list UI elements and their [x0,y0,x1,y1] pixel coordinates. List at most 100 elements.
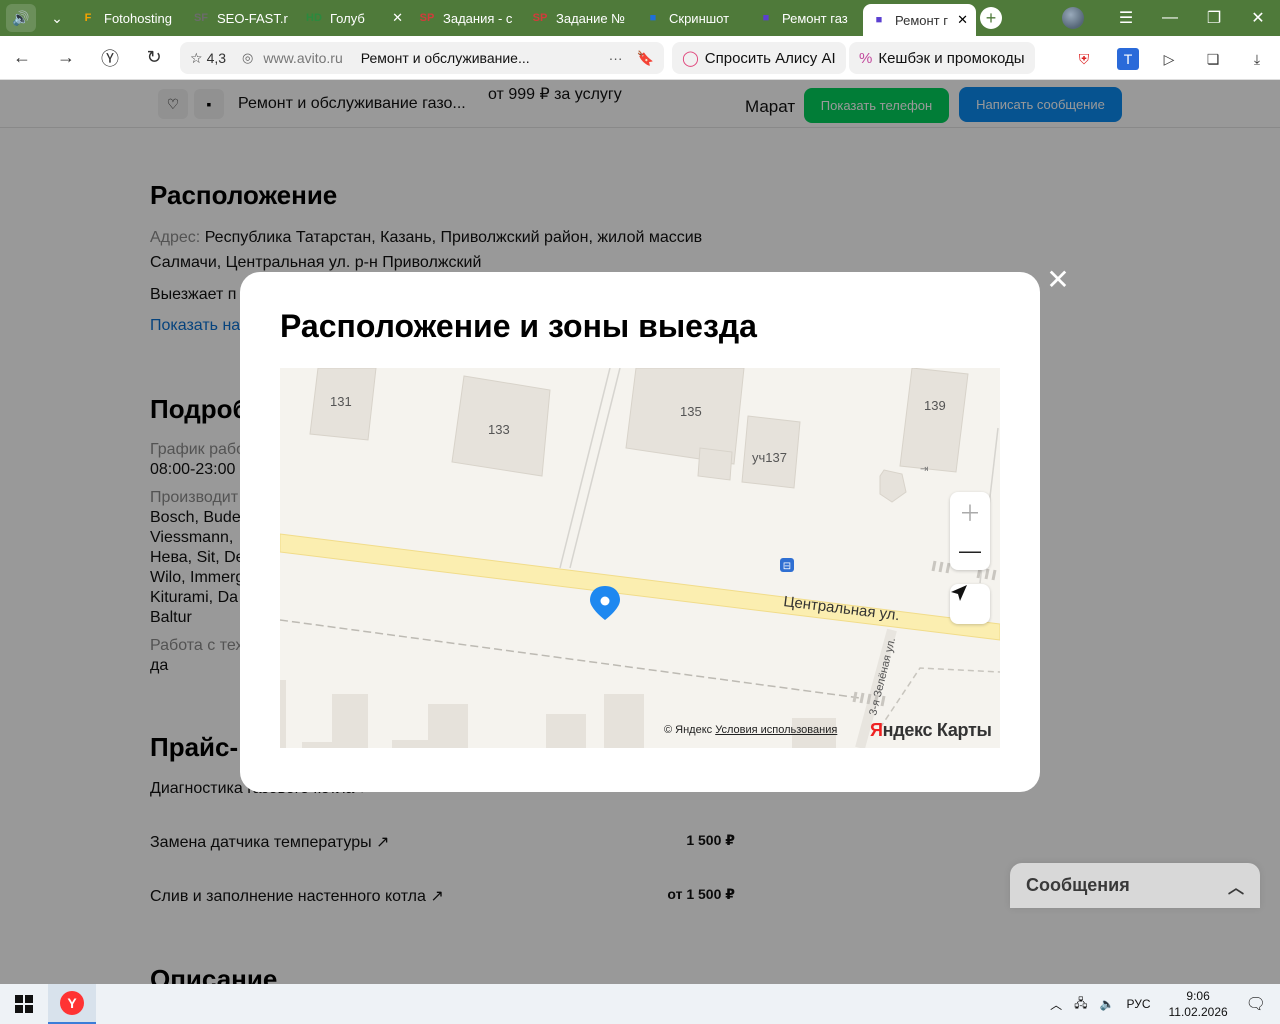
close-tab-icon[interactable]: ✕ [388,10,403,26]
location-pin-icon[interactable] [590,586,620,620]
close-tab-icon[interactable]: ✕ [953,12,968,28]
building-label: 131 [330,394,352,409]
geolocation-button[interactable] [950,584,990,624]
profile-avatar[interactable] [1062,7,1084,29]
zoom-controls: ＋ — [950,492,990,570]
yandex-icon[interactable]: Ⓨ [88,45,132,71]
reload-icon[interactable]: ↻ [132,47,176,68]
download-icon[interactable]: ⤓ [1246,48,1268,70]
modal-title: Расположение и зоны выезда [280,308,757,344]
tab-title: Fotohosting [104,10,172,26]
close-window-icon[interactable]: ✕ [1236,8,1280,28]
yandex-browser-taskbar-icon[interactable]: Y [48,984,96,1024]
clock-time: 9:06 [1186,989,1210,1003]
tabs-menu-chevron-icon[interactable]: ⌄ [42,4,72,32]
building-label: 135 [680,404,702,419]
tab-list: F Fotohosting SF SEO-FAST.r HD Голуб ✕ SP Задани… [72,0,976,36]
alice-button[interactable]: ◯ Спросить Алису AI [672,42,846,74]
messenger-panel[interactable]: Сообщения ︿ [1010,863,1260,908]
windows-taskbar: Y ︿ 🖧 🔈 РУС 9:06 11.02.2026 🗨 [0,984,1280,1024]
map-attribution: © Яндекс Условия использования [664,724,837,736]
percent-icon: % [859,49,873,67]
site-rating: 4,3 [206,50,227,66]
building-label: 139 [924,398,946,413]
forward-icon[interactable]: → [44,47,88,68]
tab-title: SEO-FAST.r [217,10,288,26]
language-indicator[interactable]: РУС [1126,997,1150,1011]
cashback-label: Кешбэк и промокоды [878,49,1025,67]
url-host: www.avito.ru [263,50,343,66]
new-tab-button[interactable]: + [980,7,1002,29]
window-controls: ☰ — ❐ ✕ [1062,0,1280,36]
zoom-in-icon[interactable]: ＋ [950,492,990,531]
network-icon[interactable]: 🖧 [1074,994,1087,1015]
tab-title: Ремонт газ [782,10,848,26]
menu-icon[interactable]: ☰ [1104,8,1148,28]
tab-title: Ремонт г [895,12,948,28]
browser-tab[interactable]: HD Голуб ✕ [298,4,411,32]
browser-tab[interactable]: F Fotohosting [72,4,185,32]
address-bar: ← → Ⓨ ↻ ☆ 4,3 ◎ www.avito.ru Ремонт и об… [0,36,1280,80]
map-canvas: ⊟ ⇥ 131 133 135 уч137 139 Центральная ул… [280,368,1000,748]
star-icon: ☆ [190,49,203,66]
building-label: уч137 [752,450,787,465]
browser-tab[interactable]: SF SEO-FAST.r [185,4,298,32]
extension-shield-icon[interactable]: ⛨ [1073,48,1095,70]
tab-favicon-icon: ■ [762,12,770,24]
browser-tab-bar: 🔊 ⌄ F Fotohosting SF SEO-FAST.r HD Голуб ✕ SP За… [0,0,1280,36]
tab-favicon-icon: ■ [649,12,657,24]
tab-favicon-icon: HD [306,12,322,24]
volume-icon[interactable]: 🔈 [1100,997,1115,1011]
tab-favicon-icon: F [84,12,92,24]
alice-icon: ◯ [682,50,699,67]
terms-link[interactable]: Условия использования [715,724,837,736]
browser-tab[interactable]: SP Задания - с [411,4,524,32]
browser-tab[interactable]: SP Задание № [524,4,637,32]
windows-start-icon[interactable] [0,984,48,1024]
location-modal: Расположение и зоны выезда ⊟ ⇥ 131 133 1… [240,272,1040,792]
alice-label: Спросить Алису AI [704,49,836,67]
system-tray: ︿ 🖧 🔈 РУС 9:06 11.02.2026 🗨 [1044,984,1280,1024]
messenger-label: Сообщения [1026,875,1130,895]
notifications-icon[interactable]: 🗨 [1246,994,1266,1014]
browser-tab[interactable]: ■ Скриншот [637,4,750,32]
yandex-logo-icon: Y [60,991,84,1015]
logo-text: ндекс Карты [882,720,992,740]
tab-favicon-icon: SF [193,12,209,24]
media-play-icon[interactable]: ▷ [1158,48,1180,70]
tab-favicon-icon: SP [532,12,548,24]
chevron-up-icon[interactable]: ︿ [1228,874,1244,898]
clock-date: 11.02.2026 [1168,1005,1228,1019]
cashback-button[interactable]: % Кешбэк и промокоды [849,42,1035,74]
minimize-icon[interactable]: — [1148,9,1192,27]
yandex-maps-logo[interactable]: Яндекс Карты [870,720,992,741]
close-modal-icon[interactable]: ✕ [1046,266,1070,294]
tab-favicon-icon: SP [419,12,435,24]
url-page-title: Ремонт и обслуживание... [360,50,530,66]
restore-icon[interactable]: ❐ [1192,8,1236,28]
tab-title: Задание № [556,10,626,26]
building-label: 133 [488,422,510,437]
speaker-icon[interactable]: 🔊 [6,4,36,32]
attribution-prefix: © Яндекс [664,724,713,736]
browser-tab[interactable]: ■ Ремонт газ [750,4,863,32]
collections-icon[interactable]: ❏ [1202,48,1224,70]
chevron-up-tray-icon[interactable]: ︿ [1050,996,1062,1013]
browser-tab[interactable]: ■ Ремонт г ✕ [863,4,976,36]
extension-translate-icon[interactable]: T [1117,48,1139,70]
arrow-navigation-icon [951,585,967,601]
yandex-map[interactable]: ⊟ ⇥ 131 133 135 уч137 139 Центральная ул… [280,368,1000,748]
zoom-out-icon[interactable]: — [950,531,990,570]
more-icon[interactable]: ··· [609,50,623,66]
back-icon[interactable]: ← [0,47,44,68]
svg-text:⊟: ⊟ [783,561,791,572]
clock[interactable]: 9:06 11.02.2026 [1169,988,1228,1020]
tab-title: Голуб [330,10,365,26]
bookmark-icon[interactable]: 🔖 [637,50,654,67]
omnibox[interactable]: ☆ 4,3 ◎ www.avito.ru Ремонт и обслуживан… [180,42,664,74]
tab-title: Задания - с [443,10,513,26]
tab-title: Скриншот [669,10,730,26]
tab-favicon-icon: ■ [875,14,883,26]
security-icon[interactable]: ◎ [242,50,253,66]
logo-letter: Я [870,720,883,740]
